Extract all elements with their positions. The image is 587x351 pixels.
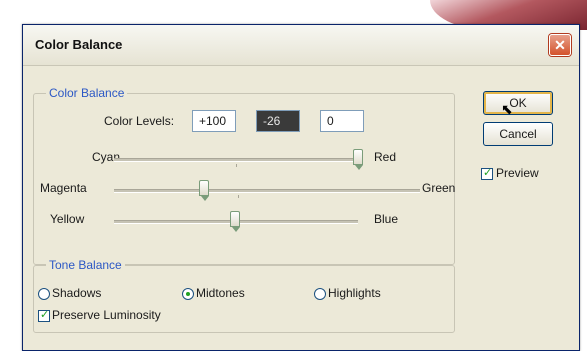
shadows-label[interactable]: Shadows <box>52 286 101 300</box>
preserve-luminosity-label[interactable]: Preserve Luminosity <box>52 308 161 322</box>
cancel-button[interactable]: Cancel <box>483 122 553 146</box>
green-label: Green <box>422 181 456 195</box>
midtones-label[interactable]: Midtones <box>196 286 245 300</box>
tone-balance-legend: Tone Balance <box>46 258 125 272</box>
tone-balance-group: Tone Balance Shadows Midtones Highlights… <box>33 258 455 333</box>
close-button[interactable]: ✕ <box>549 34 571 56</box>
yellow-blue-slider-thumb[interactable] <box>230 211 240 232</box>
color-balance-group: Color Balance Color Levels: +100 -26 0 C… <box>33 86 456 265</box>
cyan-red-slider-track[interactable] <box>114 158 360 167</box>
color-balance-dialog: Color Balance ✕ Color Balance Color Leve… <box>22 24 580 351</box>
magenta-green-slider-thumb[interactable] <box>199 180 209 201</box>
dialog-title: Color Balance <box>35 37 123 52</box>
blue-label: Blue <box>374 212 399 226</box>
yellow-label: Yellow <box>50 212 85 226</box>
cyan-red-slider-row: Cyan Red <box>34 149 454 170</box>
red-label: Red <box>374 150 397 164</box>
title-bar[interactable]: Color Balance ✕ <box>23 25 579 66</box>
preview-label[interactable]: Preview <box>496 166 539 180</box>
center-tick <box>236 164 237 167</box>
center-tick <box>238 195 239 198</box>
cancel-label: Cancel <box>499 127 537 141</box>
color-balance-legend: Color Balance <box>46 86 128 100</box>
cyan-red-level-input[interactable]: +100 <box>192 110 236 132</box>
close-icon: ✕ <box>554 37 566 53</box>
magenta-green-level-input[interactable]: -26 <box>256 110 300 132</box>
yellow-blue-slider-row: Yellow Blue <box>34 211 454 232</box>
magenta-label: Magenta <box>40 181 87 195</box>
yellow-blue-level-input[interactable]: 0 <box>320 110 364 132</box>
preview-checkbox[interactable] <box>481 166 493 180</box>
cyan-red-slider-thumb[interactable] <box>353 149 363 170</box>
magenta-green-slider-row: Magenta Green <box>34 180 456 201</box>
magenta-green-slider-track[interactable] <box>114 189 420 198</box>
preserve-luminosity-checkbox[interactable] <box>38 308 50 322</box>
ok-button[interactable]: OK ⬉ <box>483 91 553 117</box>
highlights-radio[interactable] <box>314 288 326 300</box>
midtones-radio[interactable] <box>182 288 194 300</box>
mouse-cursor-icon: ⬉ <box>501 101 513 117</box>
shadows-radio[interactable] <box>38 288 50 300</box>
highlights-label[interactable]: Highlights <box>328 286 381 300</box>
color-levels-label: Color Levels: <box>104 114 175 128</box>
